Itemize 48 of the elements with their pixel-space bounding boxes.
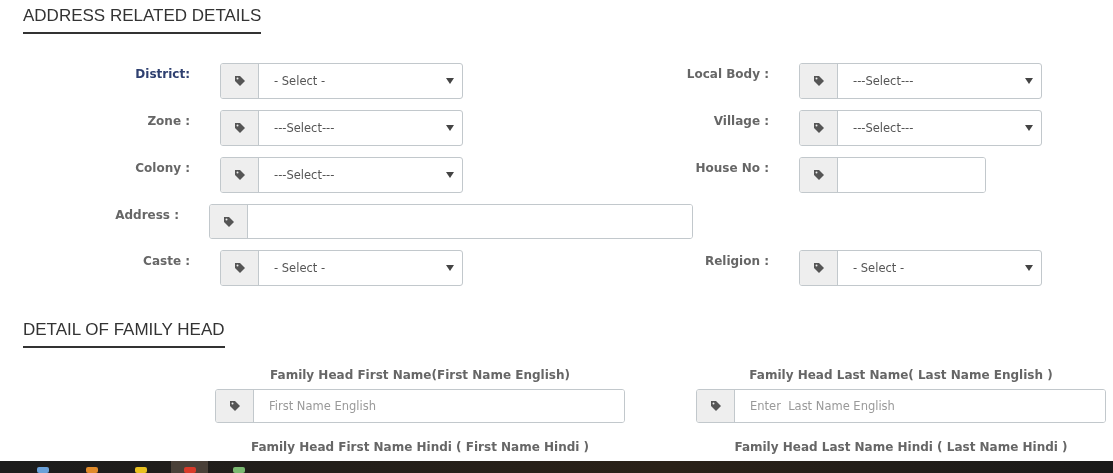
select-field[interactable]: ---Select--- [799,63,1042,99]
field-label: Address : [114,207,179,222]
field-label: Colony : [134,160,190,175]
select-field[interactable]: ---Select--- [220,110,463,146]
tag-icon [233,169,246,181]
field-label: Family Head First Name(First Name English) [269,368,571,382]
field-label: Village : [712,113,769,128]
caret-icon [1025,265,1033,271]
taskbar-app-icon[interactable] [35,467,50,473]
tag-icon [233,262,246,274]
input-field[interactable] [209,204,693,239]
field-label: Caste : [142,253,190,268]
tag-icon [812,169,825,181]
tag-icon [233,122,246,134]
input-field[interactable]: Enter Last Name English [696,389,1106,423]
tag-icon [222,215,235,228]
taskbar-app-icon[interactable] [231,467,246,473]
tag-icon [812,122,825,134]
tag-icon [812,262,825,274]
field-label: Family Head First Name Hindi ( First Name Hindi ) [249,440,591,454]
caret-icon [446,125,454,131]
field-label: Zone : [146,113,190,128]
tag-icon [709,400,722,412]
select-field[interactable]: - Select - [220,63,463,99]
section-title: DETAIL OF FAMILY HEAD [23,320,225,348]
tag-icon [228,400,241,412]
caret-icon [446,78,454,84]
taskbar-app-icon[interactable] [133,467,148,473]
input-field[interactable]: First Name English [215,389,625,423]
field-label: Family Head Last Name Hindi ( Last Name Hindi ) [733,440,1069,454]
caret-icon [1025,78,1033,84]
input-field[interactable] [799,157,986,193]
select-field[interactable]: ---Select--- [799,110,1042,146]
field-label: Local Body : [685,66,769,81]
field-label: Family Head Last Name( Last Name English ) [748,368,1054,382]
field-label: House No : [694,160,769,175]
caret-icon [1025,125,1033,131]
caret-icon [446,172,454,178]
field-label: Religion : [703,253,769,268]
tag-icon [233,75,246,87]
tag-icon [812,75,825,87]
section-title: ADDRESS RELATED DETAILS [23,6,262,34]
select-field[interactable]: ---Select--- [220,157,463,193]
caret-icon [446,265,454,271]
taskbar-app-icon[interactable] [84,467,99,473]
select-field[interactable]: - Select - [220,250,463,286]
field-label: District: [134,66,190,81]
select-field[interactable]: - Select - [799,250,1042,286]
